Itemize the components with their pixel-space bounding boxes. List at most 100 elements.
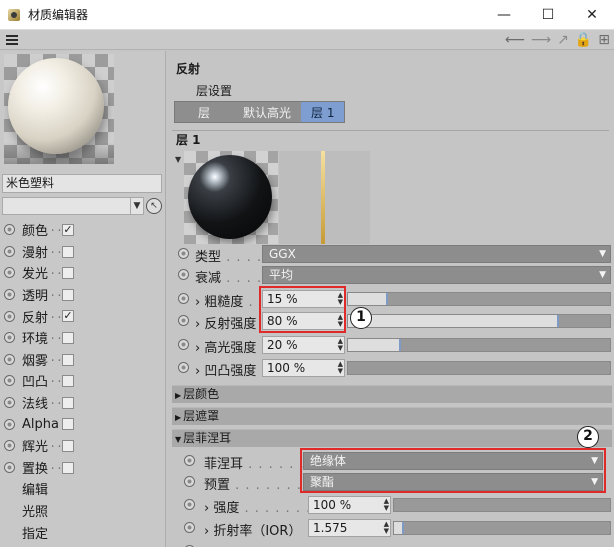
channel-label: 烟雾 [22, 350, 61, 369]
channel-item[interactable]: 辉光 [0, 435, 166, 457]
tab-layers[interactable]: 层 [175, 102, 233, 122]
bump-strength-field[interactable]: 100 % ▲ ▼ [262, 359, 345, 377]
group-layer-mask[interactable]: ▶ 层遮罩 [172, 407, 612, 425]
attenuation-select[interactable]: 平均 ▼ [262, 266, 611, 284]
anim-radio[interactable] [184, 522, 195, 533]
channel-panel: 米色塑料 ▼ ↖ 颜色✓漫射发光透明反射✓环境烟雾凹凸法线Alpha辉光置换编辑… [0, 51, 166, 547]
channel-label: 法线 [22, 393, 61, 412]
channel-radio[interactable] [4, 461, 15, 473]
anim-radio[interactable] [184, 499, 195, 510]
minimize-button[interactable]: — [482, 0, 526, 30]
channel-item[interactable]: 环境 [0, 327, 166, 349]
type-select[interactable]: GGX ▼ [262, 245, 611, 263]
anim-radio[interactable] [178, 248, 189, 259]
channel-item[interactable]: Alpha [0, 413, 166, 435]
roughness-row: › 粗糙度 . 15 % ▲ ▼ [167, 288, 614, 310]
tab-default-specular[interactable]: 默认高光 [233, 102, 301, 122]
roughness-label: › 粗糙度 . [195, 295, 254, 310]
ior-slider[interactable] [393, 521, 611, 535]
anim-radio[interactable] [178, 339, 189, 350]
spec-strength-label: › 高光强度 [195, 341, 257, 356]
channel-radio[interactable] [4, 245, 15, 257]
channel-item[interactable]: 烟雾 [0, 349, 166, 371]
channel-item[interactable]: 指定 [0, 521, 166, 543]
channel-radio[interactable] [4, 375, 15, 387]
anim-radio[interactable] [184, 455, 195, 466]
channel-item[interactable]: 透明 [0, 284, 166, 306]
bump-strength-slider[interactable] [347, 361, 611, 375]
material-combo[interactable]: ▼ [2, 197, 144, 215]
lock-icon[interactable]: 🔒 [575, 32, 592, 48]
channel-checkbox[interactable] [62, 461, 74, 474]
layer-tabs: 层 默认高光 层 1 [174, 101, 346, 123]
maximize-button[interactable]: ☐ [526, 0, 570, 30]
stepper-icon: ▲ ▼ [383, 520, 389, 535]
channel-item[interactable]: 置换 [0, 457, 166, 479]
ior-row: › 折射率（IOR） 1.575 ▲ ▼ [167, 517, 614, 539]
channel-item[interactable]: 法线 [0, 392, 166, 414]
channel-radio[interactable] [4, 289, 15, 301]
anim-radio[interactable] [178, 315, 189, 326]
fresnel-strength-label: › 强度 . . . . . . . [204, 501, 312, 516]
channel-item[interactable]: 光照 [0, 500, 166, 522]
channel-checkbox[interactable]: ✓ [62, 224, 74, 236]
channel-item[interactable]: 颜色✓ [0, 219, 166, 241]
close-button[interactable]: ✕ [570, 0, 614, 30]
layer-preview[interactable] [184, 151, 278, 244]
channel-item[interactable]: 编辑 [0, 478, 166, 500]
channel-radio[interactable] [4, 310, 15, 322]
channel-checkbox[interactable] [62, 439, 74, 452]
fresnel-label: 菲涅耳 . . . . . . [204, 457, 305, 472]
anim-radio[interactable] [184, 476, 195, 487]
roughness-slider[interactable] [347, 292, 611, 306]
channel-item[interactable]: 发光 [0, 262, 166, 284]
spec-strength-slider[interactable] [347, 338, 611, 352]
new-window-icon[interactable]: ⊞ [598, 32, 610, 48]
channel-checkbox[interactable]: ✓ [62, 310, 74, 323]
reflect-strength-slider[interactable] [347, 314, 611, 328]
layer-sphere [188, 155, 272, 239]
anim-radio[interactable] [178, 362, 189, 373]
forward-arrow-icon[interactable]: ⟶ [531, 32, 551, 48]
channel-item[interactable]: 漫射 [0, 241, 166, 263]
back-arrow-icon[interactable]: ⟵ [505, 32, 525, 48]
channel-checkbox[interactable] [62, 245, 74, 258]
anim-radio[interactable] [178, 269, 189, 280]
pick-icon[interactable]: ↖ [146, 198, 162, 214]
channel-item[interactable]: 凹凸 [0, 370, 166, 392]
channel-radio[interactable] [4, 332, 15, 344]
channel-radio[interactable] [4, 397, 15, 409]
channel-checkbox[interactable] [62, 375, 74, 388]
toolbar: ⟵ ⟶ ↗ 🔒 ⊞ [0, 30, 614, 50]
fresnel-strength-slider[interactable] [393, 498, 611, 512]
tab-layer-1[interactable]: 层 1 [301, 102, 345, 122]
channel-checkbox[interactable] [62, 288, 74, 301]
ior-field[interactable]: 1.575 ▲ ▼ [308, 519, 391, 537]
fresnel-strength-field[interactable]: 100 % ▲ ▼ [308, 496, 391, 514]
group-layer-color[interactable]: ▶ 层颜色 [172, 385, 612, 403]
group-layer-fresnel[interactable]: ▼ 层菲涅耳 [172, 429, 612, 447]
channel-label: 反射 [22, 307, 61, 326]
channel-checkbox[interactable] [62, 396, 74, 409]
spec-strength-field[interactable]: 20 % ▲ ▼ [262, 336, 345, 354]
anim-radio[interactable] [178, 293, 189, 304]
chevron-down-icon[interactable]: ▼ [130, 198, 143, 214]
channel-radio[interactable] [4, 353, 15, 365]
channel-checkbox[interactable] [62, 353, 74, 366]
channel-radio[interactable] [4, 224, 15, 236]
material-name-field[interactable]: 米色塑料 [2, 174, 162, 193]
channel-radio[interactable] [4, 418, 15, 430]
up-arrow-icon[interactable]: ↗ [557, 32, 569, 48]
collapse-arrow-icon[interactable]: ▼ [175, 155, 181, 164]
channel-checkbox[interactable] [62, 418, 74, 431]
material-preview[interactable] [4, 54, 114, 164]
falloff-preview [279, 151, 370, 244]
channel-checkbox[interactable] [62, 267, 74, 280]
window-title: 材质编辑器 [28, 8, 89, 22]
channel-item[interactable]: 反射✓ [0, 305, 166, 327]
channel-radio[interactable] [4, 267, 15, 279]
chevron-down-icon: ▼ [599, 249, 606, 259]
channel-checkbox[interactable] [62, 331, 74, 344]
channel-radio[interactable] [4, 440, 15, 452]
menu-icon[interactable] [6, 35, 18, 45]
